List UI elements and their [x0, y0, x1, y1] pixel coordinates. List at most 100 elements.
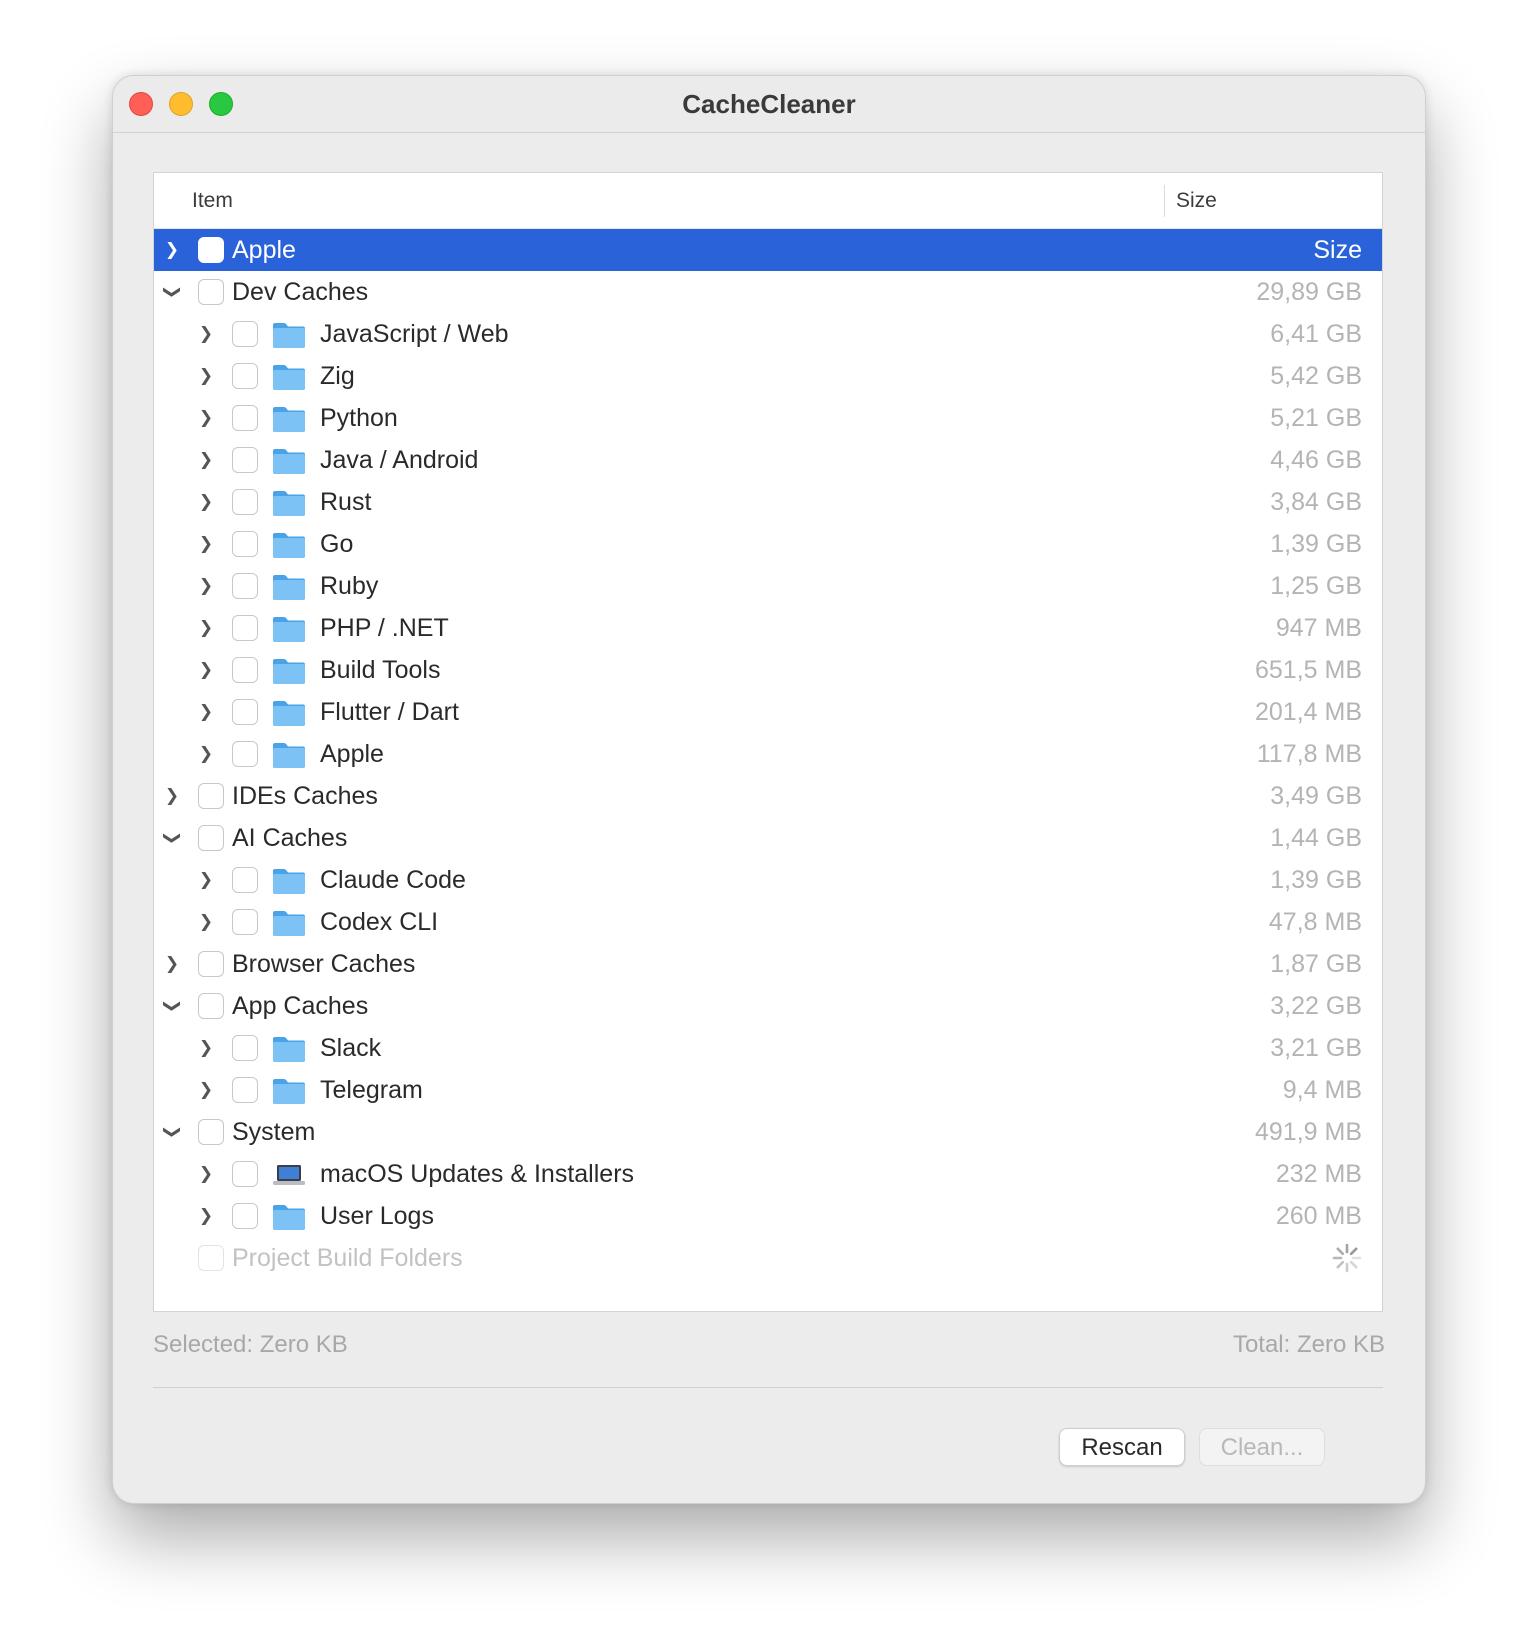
disclosure-chevron-right-icon[interactable]: ❯ — [162, 236, 182, 264]
table-row[interactable]: ❯ Browser Caches 1,87 GB — [154, 943, 1382, 985]
table-row[interactable]: ❯ Apple Size — [154, 229, 1382, 271]
row-size: 3,84 GB — [1270, 488, 1362, 516]
table-row[interactable]: ❯ JavaScript / Web 6,41 GB — [154, 313, 1382, 355]
disclosure-chevron-right-icon[interactable]: ❯ — [196, 1202, 216, 1230]
folder-icon — [273, 449, 305, 474]
row-checkbox[interactable] — [232, 573, 258, 599]
total-size-label: Total: Zero KB — [1232, 1331, 1385, 1358]
loading-spinner-icon — [1332, 1243, 1362, 1273]
row-checkbox[interactable] — [198, 1119, 224, 1145]
table-row[interactable]: ❯ Build Tools 651,5 MB — [154, 649, 1382, 691]
rescan-button[interactable]: Rescan — [1059, 1428, 1185, 1466]
table-row[interactable]: ❯ Rust 3,84 GB — [154, 481, 1382, 523]
row-checkbox[interactable] — [232, 615, 258, 641]
row-label: AI Caches — [232, 824, 348, 852]
table-row[interactable]: ❯ System 491,9 MB — [154, 1111, 1382, 1153]
table-row[interactable]: ❯ IDEs Caches 3,49 GB — [154, 775, 1382, 817]
table-row[interactable]: ❯ Telegram 9,4 MB — [154, 1069, 1382, 1111]
row-checkbox[interactable] — [232, 1077, 258, 1103]
disclosure-chevron-right-icon[interactable]: ❯ — [196, 320, 216, 348]
row-checkbox[interactable] — [232, 1161, 258, 1187]
table-row[interactable]: ❯ Java / Android 4,46 GB — [154, 439, 1382, 481]
disclosure-chevron-down-icon[interactable]: ❯ — [158, 996, 186, 1016]
row-checkbox[interactable] — [232, 741, 258, 767]
table-row[interactable]: ❯ Go 1,39 GB — [154, 523, 1382, 565]
row-checkbox[interactable] — [232, 699, 258, 725]
folder-icon — [273, 491, 305, 516]
disclosure-chevron-right-icon[interactable]: ❯ — [196, 404, 216, 432]
table-row[interactable]: ❯ Apple 117,8 MB — [154, 733, 1382, 775]
disclosure-chevron-right-icon[interactable]: ❯ — [196, 488, 216, 516]
row-size: 260 MB — [1275, 1202, 1362, 1230]
row-size: 47,8 MB — [1268, 908, 1362, 936]
row-label: Telegram — [320, 1076, 423, 1104]
disclosure-chevron-right-icon[interactable]: ❯ — [196, 1160, 216, 1188]
row-checkbox[interactable] — [232, 489, 258, 515]
table-row[interactable]: ❯ PHP / .NET 947 MB — [154, 607, 1382, 649]
table-row[interactable]: ❯ Dev Caches 29,89 GB — [154, 271, 1382, 313]
disclosure-chevron-right-icon[interactable]: ❯ — [196, 908, 216, 936]
column-separator[interactable] — [1164, 185, 1165, 217]
row-checkbox[interactable] — [232, 447, 258, 473]
row-size: 1,25 GB — [1270, 572, 1362, 600]
footer-divider — [153, 1387, 1383, 1388]
row-size: 1,87 GB — [1270, 950, 1362, 978]
cache-outline-table[interactable]: Item Size ❯ Apple Size ❯ Dev Caches 29,89 GB ❯… — [153, 172, 1383, 1312]
table-row[interactable]: ❯ Claude Code 1,39 GB — [154, 859, 1382, 901]
table-row[interactable]: ❯ User Logs 260 MB — [154, 1195, 1382, 1237]
disclosure-chevron-down-icon[interactable]: ❯ — [158, 828, 186, 848]
row-checkbox[interactable] — [232, 657, 258, 683]
disclosure-chevron-right-icon[interactable]: ❯ — [196, 740, 216, 768]
disclosure-chevron-right-icon[interactable]: ❯ — [196, 530, 216, 558]
disclosure-chevron-right-icon[interactable]: ❯ — [162, 950, 182, 978]
row-checkbox[interactable] — [232, 405, 258, 431]
row-checkbox[interactable] — [232, 321, 258, 347]
disclosure-chevron-down-icon[interactable]: ❯ — [158, 1122, 186, 1142]
table-row[interactable]: ❯ App Caches 3,22 GB — [154, 985, 1382, 1027]
table-row: Project Build Folders — [154, 1237, 1382, 1279]
disclosure-chevron-right-icon[interactable]: ❯ — [196, 446, 216, 474]
table-row[interactable]: ❯ Ruby 1,25 GB — [154, 565, 1382, 607]
folder-icon — [273, 1205, 305, 1230]
disclosure-chevron-right-icon[interactable]: ❯ — [162, 782, 182, 810]
table-row[interactable]: ❯ Codex CLI 47,8 MB — [154, 901, 1382, 943]
folder-icon — [273, 617, 305, 642]
table-header: Item Size — [154, 173, 1382, 229]
table-row[interactable]: ❯ Zig 5,42 GB — [154, 355, 1382, 397]
disclosure-chevron-right-icon[interactable]: ❯ — [196, 866, 216, 894]
disclosure-chevron-right-icon[interactable]: ❯ — [196, 698, 216, 726]
table-row[interactable]: ❯ Python 5,21 GB — [154, 397, 1382, 439]
row-checkbox[interactable] — [198, 825, 224, 851]
table-row[interactable]: ❯ macOS Updates & Installers 232 MB — [154, 1153, 1382, 1195]
column-header-item[interactable]: Item — [192, 189, 233, 213]
row-label: Dev Caches — [232, 278, 369, 306]
row-checkbox[interactable] — [198, 783, 224, 809]
row-checkbox[interactable] — [198, 951, 224, 977]
table-row[interactable]: ❯ AI Caches 1,44 GB — [154, 817, 1382, 859]
disclosure-chevron-right-icon[interactable]: ❯ — [196, 1076, 216, 1104]
disclosure-chevron-right-icon[interactable]: ❯ — [196, 362, 216, 390]
row-label: macOS Updates & Installers — [320, 1160, 635, 1188]
row-checkbox[interactable] — [232, 909, 258, 935]
row-size: 9,4 MB — [1282, 1076, 1362, 1104]
disclosure-chevron-right-icon[interactable]: ❯ — [196, 656, 216, 684]
row-checkbox[interactable] — [232, 867, 258, 893]
disclosure-chevron-down-icon[interactable]: ❯ — [158, 282, 186, 302]
row-label: Ruby — [320, 572, 379, 600]
column-header-size[interactable]: Size — [1176, 189, 1217, 213]
row-checkbox[interactable] — [232, 1203, 258, 1229]
row-checkbox[interactable] — [198, 279, 224, 305]
disclosure-chevron-right-icon[interactable]: ❯ — [196, 572, 216, 600]
table-row[interactable]: ❯ Flutter / Dart 201,4 MB — [154, 691, 1382, 733]
disclosure-chevron-right-icon[interactable]: ❯ — [196, 614, 216, 642]
row-label: Codex CLI — [320, 908, 439, 936]
disclosure-chevron-right-icon[interactable]: ❯ — [196, 1034, 216, 1062]
table-row[interactable]: ❯ Slack 3,21 GB — [154, 1027, 1382, 1069]
row-checkbox[interactable] — [198, 993, 224, 1019]
row-checkbox[interactable] — [198, 237, 224, 263]
clean-button[interactable]: Clean... — [1199, 1428, 1325, 1466]
row-checkbox[interactable] — [232, 531, 258, 557]
row-checkbox[interactable] — [232, 363, 258, 389]
folder-icon — [273, 575, 305, 600]
row-checkbox[interactable] — [232, 1035, 258, 1061]
